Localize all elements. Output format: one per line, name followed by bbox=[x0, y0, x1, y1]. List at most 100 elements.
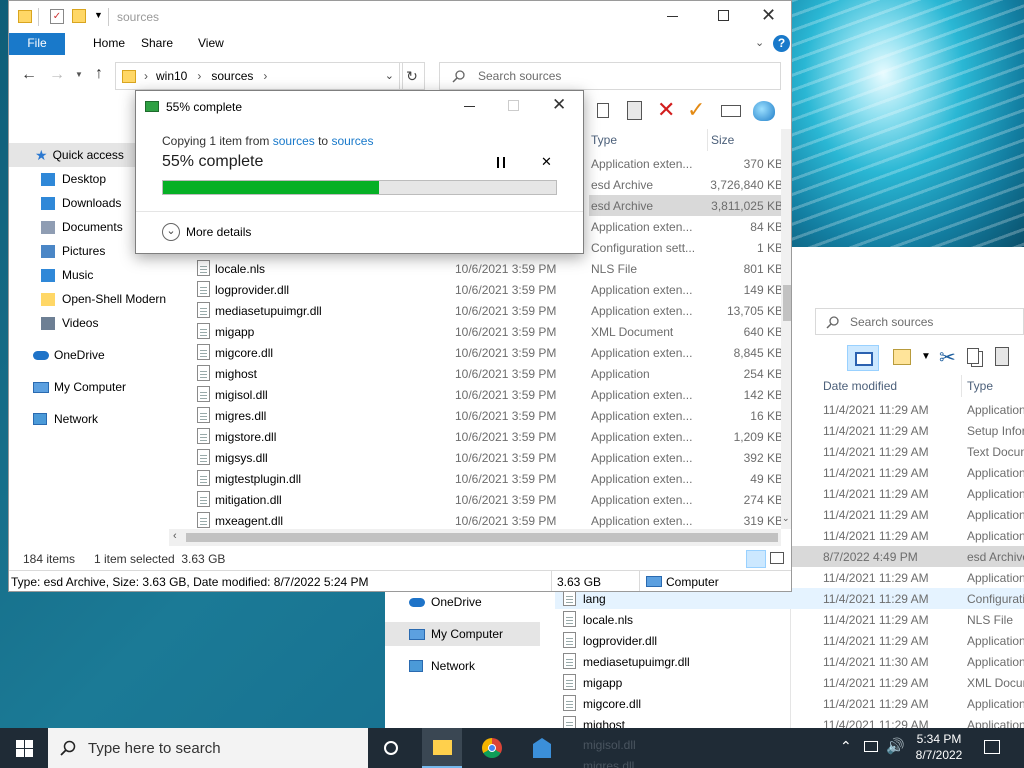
recent-dropdown-icon[interactable]: ▼ bbox=[75, 70, 83, 79]
table-row[interactable]: esd Archive 3,811,025 KB bbox=[589, 195, 783, 216]
clock[interactable]: 5:34 PM 8/7/2022 bbox=[908, 731, 970, 763]
nav-item-open-shell[interactable]: Open-Shell Modern bbox=[41, 287, 166, 311]
column-type[interactable]: Type bbox=[967, 375, 993, 397]
scroll-down-icon[interactable]: ⌄ bbox=[782, 513, 790, 524]
copy-icon[interactable] bbox=[597, 103, 609, 118]
network-tray-icon[interactable] bbox=[864, 741, 878, 752]
app-taskbar-button[interactable] bbox=[522, 728, 562, 768]
nav-item-downloads[interactable]: Downloads bbox=[41, 191, 121, 215]
table-row[interactable]: locale.nls 11/4/2021 11:29 AM NLS File bbox=[555, 609, 1024, 630]
table-row[interactable]: logprovider.dll 10/6/2021 3:59 PM Applicat… bbox=[169, 279, 783, 300]
table-row[interactable]: migres.dll 10/6/2021 3:59 PM Application e… bbox=[169, 405, 783, 426]
paste-icon[interactable] bbox=[627, 101, 642, 120]
table-row[interactable]: 8/7/2022 4:49 PM esd Archive bbox=[791, 546, 1024, 567]
from-link[interactable]: sources bbox=[273, 134, 315, 148]
note-icon[interactable] bbox=[893, 349, 911, 365]
table-row[interactable]: mediasetupuimgr.dll 11/4/2021 11:30 AM App… bbox=[555, 651, 1024, 672]
rename-check-icon[interactable]: ✓ bbox=[687, 97, 705, 123]
nav-onedrive[interactable]: OneDrive bbox=[409, 590, 482, 614]
tab-home[interactable]: Home bbox=[93, 33, 125, 54]
volume-icon[interactable]: 🔊 bbox=[886, 737, 905, 755]
nav-item-desktop[interactable]: Desktop bbox=[41, 167, 106, 191]
column-date[interactable]: Date modified bbox=[823, 375, 897, 397]
notifications-icon[interactable] bbox=[984, 740, 1000, 754]
start-button[interactable] bbox=[0, 728, 48, 768]
breadcrumb-sources[interactable]: sources bbox=[211, 69, 253, 83]
dialog-minimize-button[interactable] bbox=[464, 106, 475, 107]
properties-icon[interactable]: ✓ bbox=[50, 9, 64, 24]
help-icon[interactable]: ? bbox=[773, 35, 790, 52]
nav-item-music[interactable]: Music bbox=[41, 263, 93, 287]
preview-pane-icon[interactable] bbox=[847, 345, 879, 371]
table-row[interactable]: migapp 10/6/2021 3:59 PM XML Document 640 K… bbox=[169, 321, 783, 342]
new-folder-icon[interactable] bbox=[72, 9, 86, 23]
table-row[interactable]: migsys.dll 10/6/2021 3:59 PM Application e… bbox=[169, 447, 783, 468]
tab-share[interactable]: Share bbox=[141, 33, 173, 54]
table-row[interactable]: migisol.dll 10/6/2021 3:59 PM Application … bbox=[169, 384, 783, 405]
nav-item-videos[interactable]: Videos bbox=[41, 311, 98, 335]
hscroll-thumb[interactable] bbox=[186, 533, 778, 542]
horizontal-scrollbar[interactable]: ‹ bbox=[169, 529, 781, 546]
properties-icon[interactable] bbox=[721, 105, 741, 117]
table-row[interactable]: mighost 11/4/2021 11:29 AM Application bbox=[555, 714, 1024, 728]
paste-icon[interactable] bbox=[995, 347, 1009, 366]
refresh-button[interactable]: ↻ bbox=[399, 62, 425, 90]
table-row[interactable]: mighost 10/6/2021 3:59 PM Application 254 K… bbox=[169, 363, 783, 384]
cancel-button[interactable]: ✕ bbox=[541, 154, 552, 170]
pause-button[interactable] bbox=[497, 157, 505, 168]
minimize-button[interactable] bbox=[667, 16, 678, 17]
task-view-icon[interactable] bbox=[384, 741, 398, 755]
table-row[interactable]: migcore.dll 10/6/2021 3:59 PM Application … bbox=[169, 342, 783, 363]
file-explorer-taskbar-button[interactable] bbox=[422, 728, 462, 768]
copy-icon[interactable] bbox=[967, 348, 979, 364]
dropdown-icon[interactable]: ▼ bbox=[921, 351, 931, 362]
search-box[interactable]: Search sources bbox=[815, 308, 1024, 335]
to-link[interactable]: sources bbox=[331, 134, 373, 148]
column-type[interactable]: Type bbox=[591, 129, 617, 151]
nav-network[interactable]: Network bbox=[33, 407, 98, 431]
taskbar-search[interactable]: Type here to search bbox=[48, 728, 368, 768]
chrome-taskbar-button[interactable] bbox=[472, 728, 512, 768]
explorer-window[interactable]: ✓ ▼ sources ✕ File Home Share View ⌄ ? ← → … bbox=[8, 0, 792, 592]
nav-network[interactable]: Network bbox=[409, 654, 475, 678]
nav-item-pictures[interactable]: Pictures bbox=[41, 239, 105, 263]
show-hidden-icons[interactable]: ⌃ bbox=[840, 738, 852, 755]
table-row[interactable]: locale.nls 10/6/2021 3:59 PM NLS File 801 K… bbox=[169, 258, 783, 279]
dialog-close-button[interactable]: ✕ bbox=[552, 95, 566, 115]
search-box[interactable]: Search sources bbox=[439, 62, 781, 90]
table-row[interactable]: migapp 11/4/2021 11:29 AM XML Docum bbox=[555, 672, 1024, 693]
table-row[interactable]: mxeagent.dll 10/6/2021 3:59 PM Application… bbox=[169, 510, 783, 531]
scrollbar-thumb[interactable] bbox=[783, 285, 791, 321]
tab-view[interactable]: View bbox=[198, 33, 224, 54]
table-row[interactable]: migstore.dll 10/6/2021 3:59 PM Application… bbox=[169, 426, 783, 447]
address-bar[interactable]: › win10 › sources › ⌄ bbox=[115, 62, 403, 90]
nav-my-computer[interactable]: My Computer bbox=[33, 375, 126, 399]
shell-icon[interactable] bbox=[753, 101, 775, 121]
maximize-button[interactable] bbox=[718, 10, 729, 21]
details-view-button[interactable] bbox=[746, 550, 766, 568]
nav-onedrive[interactable]: OneDrive bbox=[33, 343, 105, 367]
nav-my-computer[interactable]: My Computer bbox=[385, 622, 540, 646]
cut-icon[interactable]: ✂ bbox=[939, 345, 956, 370]
column-size[interactable]: Size bbox=[711, 129, 734, 151]
address-dropdown-icon[interactable]: ⌄ bbox=[385, 69, 394, 82]
tiles-view-button[interactable] bbox=[770, 552, 784, 564]
table-row[interactable]: mitigation.dll 10/6/2021 3:59 PM Applicati… bbox=[169, 489, 783, 510]
breadcrumb-win10[interactable]: win10 bbox=[156, 69, 187, 83]
vertical-scrollbar[interactable]: ⌄ bbox=[781, 129, 791, 529]
table-row[interactable]: mediasetupuimgr.dll 10/6/2021 3:59 PM Appl… bbox=[169, 300, 783, 321]
tab-file[interactable]: File bbox=[9, 33, 65, 55]
table-row[interactable]: migcore.dll 11/4/2021 11:29 AM Application bbox=[555, 693, 1024, 714]
forward-icon[interactable]: → bbox=[49, 66, 65, 84]
table-row[interactable]: migtestplugin.dll 10/6/2021 3:59 PM Applic… bbox=[169, 468, 783, 489]
expand-ribbon-icon[interactable]: ⌄ bbox=[755, 36, 764, 49]
up-icon[interactable]: ↑ bbox=[95, 65, 103, 83]
back-icon[interactable]: ← bbox=[21, 66, 37, 84]
close-button[interactable]: ✕ bbox=[761, 5, 776, 26]
qat-dropdown-icon[interactable]: ▼ bbox=[94, 10, 103, 20]
more-details-button[interactable]: ⌄ More details bbox=[162, 223, 251, 241]
copy-progress-dialog[interactable]: 55% complete ✕ Copying 1 item from sourc… bbox=[135, 90, 584, 254]
delete-icon[interactable]: ✕ bbox=[657, 97, 675, 123]
table-row[interactable]: logprovider.dll 11/4/2021 11:29 AM Applica… bbox=[555, 630, 1024, 651]
scroll-left-icon[interactable]: ‹ bbox=[173, 530, 177, 542]
